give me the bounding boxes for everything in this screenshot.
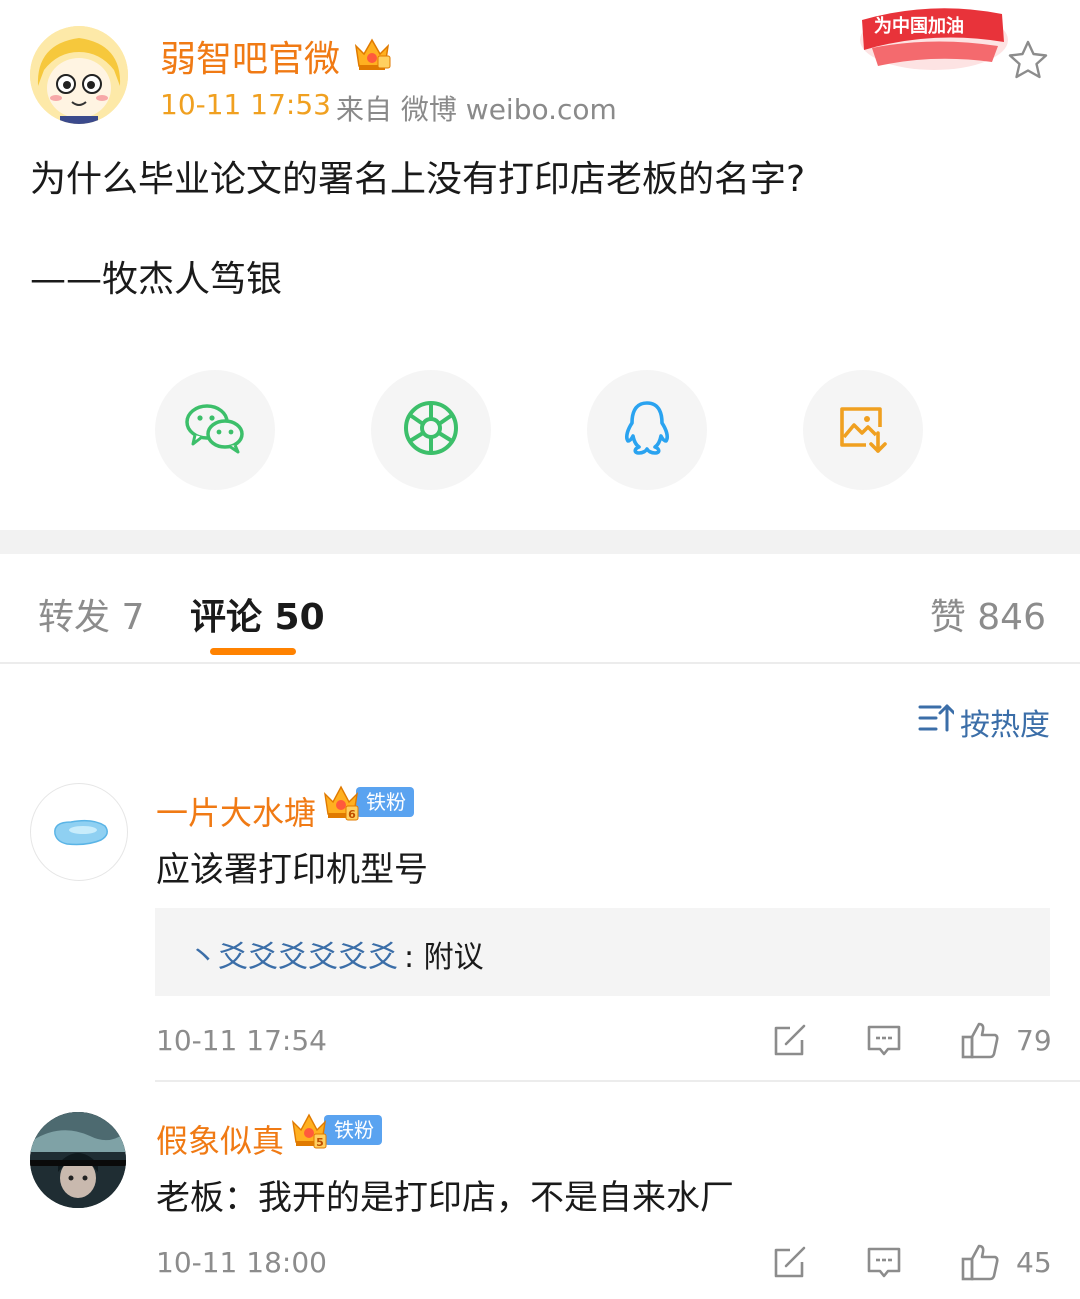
moments-icon — [402, 399, 460, 461]
share-moments-button[interactable] — [371, 370, 491, 490]
author-avatar[interactable] — [30, 26, 128, 124]
comment-time: 10-11 18:00 — [156, 1246, 327, 1279]
post-time: 10-11 17:53 — [160, 88, 331, 121]
fan-badge-label: 铁粉 — [356, 787, 414, 817]
reply-author-name[interactable]: 丶爻爻爻爻爻爻 — [188, 932, 398, 976]
promo-badge[interactable]: 为中国加油 — [852, 0, 1012, 78]
reply-text: : 附议 — [404, 940, 484, 975]
favorite-star-icon[interactable] — [1006, 38, 1050, 82]
tab-likes[interactable]: 赞 846 — [930, 588, 1046, 640]
comment-icon[interactable] — [866, 1244, 902, 1280]
fan-badge: 5 铁粉 — [290, 1110, 382, 1150]
comment-author-name[interactable]: 假象似真 — [156, 1116, 284, 1162]
sort-icon — [918, 702, 960, 742]
tabs-divider — [0, 662, 1080, 664]
repost-icon[interactable] — [772, 1244, 808, 1280]
comment-time: 10-11 17:54 — [156, 1024, 327, 1057]
comment-avatar[interactable] — [30, 1112, 126, 1208]
section-divider — [0, 530, 1080, 554]
fan-badge-label: 铁粉 — [324, 1115, 382, 1145]
like-count: 79 — [1016, 1024, 1052, 1057]
author-name[interactable]: 弱智吧官微 — [160, 30, 340, 82]
like-icon[interactable] — [960, 1020, 1000, 1060]
like-icon[interactable] — [960, 1242, 1000, 1282]
comment-author-name[interactable]: 一片大水塘 — [156, 788, 316, 834]
fan-crown-icon: 6 — [322, 782, 360, 822]
tab-repost[interactable]: 转发 7 — [38, 588, 144, 640]
qq-icon — [622, 399, 672, 461]
save-image-button[interactable] — [803, 370, 923, 490]
fan-crown-icon: 5 — [290, 1110, 328, 1150]
comment-icon[interactable] — [866, 1022, 902, 1058]
vip-crown-icon — [352, 34, 392, 72]
comment-avatar[interactable] — [30, 783, 128, 881]
repost-icon[interactable] — [772, 1022, 808, 1058]
save-image-icon — [836, 401, 890, 459]
tab-comments[interactable]: 评论 50 — [190, 588, 325, 640]
sort-label: 按热度 — [960, 708, 1050, 743]
post-signature: ——牧杰人笃银 — [30, 259, 283, 300]
sort-by-hot-button[interactable]: 按热度 — [918, 700, 1050, 744]
share-qq-button[interactable] — [587, 370, 707, 490]
svg-text:5: 5 — [316, 1136, 324, 1149]
like-count: 45 — [1016, 1246, 1052, 1279]
svg-text:为中国加油: 为中国加油 — [874, 15, 964, 37]
svg-text:6: 6 — [348, 808, 356, 821]
post-text: 为什么毕业论文的署名上没有打印店老板的名字? — [30, 159, 806, 200]
share-wechat-button[interactable] — [155, 370, 275, 490]
fan-badge: 6 铁粉 — [322, 782, 414, 822]
comment-text: 老板：我开的是打印店，不是自来水厂 — [156, 1178, 734, 1218]
wechat-icon — [183, 400, 247, 460]
comment-text: 应该署打印机型号 — [156, 850, 428, 890]
post-source: 来自 微博 weibo.com — [336, 93, 617, 126]
comment-divider — [155, 1080, 1080, 1082]
active-tab-indicator — [210, 648, 296, 655]
